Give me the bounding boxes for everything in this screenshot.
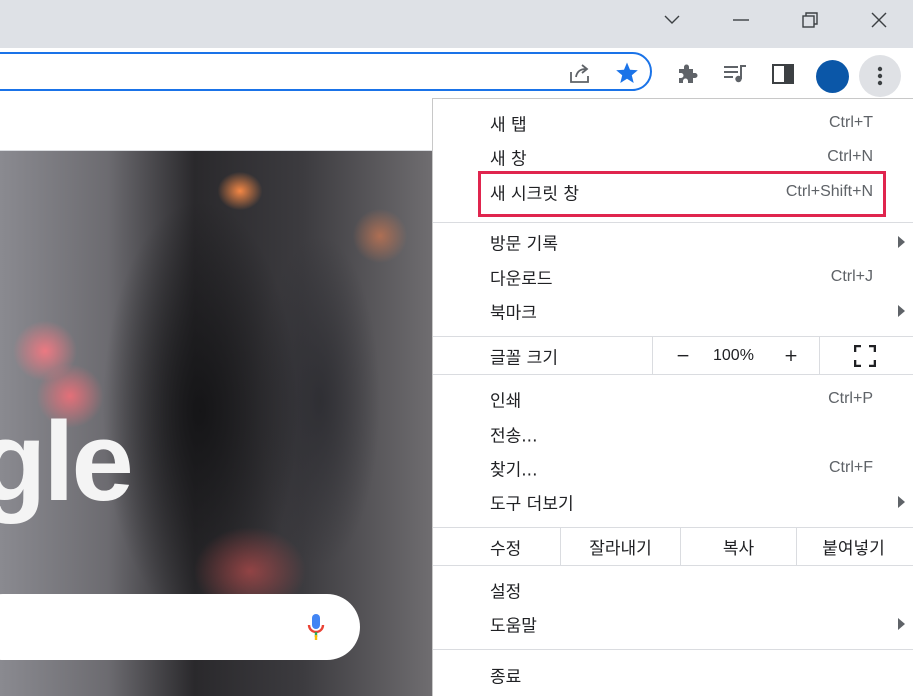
zoom-out-button[interactable]: − (673, 346, 693, 366)
minimize-icon (733, 19, 749, 21)
menu-item-history[interactable]: 방문 기록 (433, 225, 913, 259)
bookmarks-bar (0, 98, 432, 151)
menu-item-settings[interactable]: 설정 (433, 573, 913, 607)
menu-zoom-row: 글꼴 크기 − 100% + (433, 337, 913, 374)
submenu-arrow-icon (898, 496, 905, 508)
menu-item-label: 전송... (490, 426, 538, 447)
menu-divider (433, 374, 913, 375)
title-bar (0, 0, 913, 48)
zoom-in-button[interactable]: + (781, 346, 801, 366)
menu-item-label: 종료 (490, 667, 522, 688)
search-box[interactable] (0, 594, 360, 660)
submenu-arrow-icon (898, 236, 905, 248)
share-icon (570, 64, 589, 83)
cut-button[interactable]: 잘라내기 (560, 528, 680, 565)
menu-item-label: 도구 더보기 (490, 494, 574, 515)
menu-divider (433, 565, 913, 566)
menu-button[interactable] (859, 55, 901, 97)
paste-button[interactable]: 붙여넣기 (796, 528, 910, 565)
menu-item-label: 도움말 (490, 616, 537, 637)
side-panel-button[interactable] (770, 61, 796, 87)
close-icon (871, 12, 887, 28)
zoom-controls: − 100% + (652, 337, 820, 374)
toolbar (0, 48, 913, 98)
close-button[interactable] (845, 0, 913, 40)
edit-label: 수정 (490, 539, 522, 559)
menu-item-label: 북마크 (490, 303, 537, 324)
menu-item-exit[interactable]: 종료 (433, 658, 913, 692)
fullscreen-button[interactable] (853, 344, 877, 368)
menu-item-shortcut: Ctrl+F (829, 459, 873, 476)
more-vert-icon (877, 66, 883, 86)
page-background: gle (0, 151, 432, 696)
fullscreen-icon (854, 345, 876, 367)
side-panel-icon (772, 64, 794, 84)
minimize-button[interactable] (707, 0, 775, 40)
menu-item-label: 다운로드 (490, 269, 553, 290)
google-logo-text: gle (0, 399, 134, 524)
submenu-arrow-icon (898, 618, 905, 630)
media-control-button[interactable] (721, 60, 749, 88)
music-queue-icon (724, 65, 746, 83)
menu-item-label: 설정 (490, 582, 522, 603)
menu-edit-row: 수정 잘라내기 복사 붙여넣기 (433, 528, 913, 565)
menu-item-label: 찾기... (490, 460, 538, 481)
tab-search-button[interactable] (638, 0, 706, 40)
menu-divider (433, 649, 913, 650)
menu-item-label: 새 창 (490, 149, 527, 170)
star-icon (616, 62, 638, 83)
menu-item-print[interactable]: 인쇄 Ctrl+P (433, 382, 913, 416)
menu-item-downloads[interactable]: 다운로드 Ctrl+J (433, 260, 913, 294)
puzzle-icon (679, 64, 698, 83)
address-bar[interactable] (0, 52, 652, 91)
menu-item-label: 인쇄 (490, 391, 522, 412)
menu-item-shortcut: Ctrl+T (829, 114, 873, 131)
microphone-icon[interactable] (306, 613, 326, 641)
menu-item-shortcut: Ctrl+N (827, 148, 873, 165)
copy-button[interactable]: 복사 (680, 528, 796, 565)
menu-item-cast[interactable]: 전송... (433, 417, 913, 451)
menu-item-find[interactable]: 찾기... Ctrl+F (433, 451, 913, 485)
menu-item-new-window[interactable]: 새 창 Ctrl+N (433, 140, 913, 174)
extensions-button[interactable] (673, 60, 701, 88)
menu-item-label: 새 탭 (490, 115, 527, 136)
menu-item-label: 방문 기록 (490, 234, 558, 255)
menu-divider (433, 222, 913, 223)
menu-item-help[interactable]: 도움말 (433, 607, 913, 641)
menu-item-shortcut: Ctrl+J (830, 268, 873, 285)
zoom-level: 100% (713, 346, 754, 364)
menu-item-shortcut: Ctrl+P (828, 390, 873, 407)
profile-avatar[interactable] (816, 60, 849, 93)
submenu-arrow-icon (898, 305, 905, 317)
restore-icon (802, 12, 818, 28)
chevron-down-icon (664, 15, 680, 24)
highlight-box (478, 171, 886, 217)
menu-item-bookmarks[interactable]: 북마크 (433, 294, 913, 328)
share-button[interactable] (567, 62, 593, 84)
bookmark-star-button[interactable] (614, 60, 640, 86)
menu-item-more-tools[interactable]: 도구 더보기 (433, 485, 913, 519)
restore-button[interactable] (776, 0, 844, 40)
zoom-label: 글꼴 크기 (490, 348, 558, 368)
menu-item-new-tab[interactable]: 새 탭 Ctrl+T (433, 106, 913, 140)
